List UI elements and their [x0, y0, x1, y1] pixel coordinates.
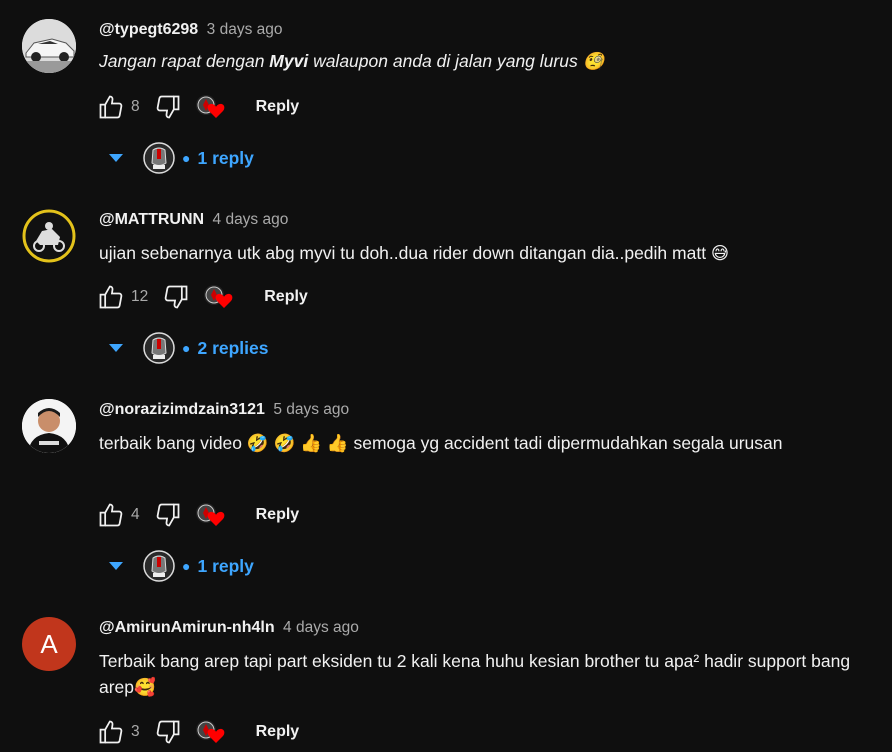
comment-text: terbaik bang video 🤣 🤣 👍 👍 semoga yg acc…: [99, 433, 783, 453]
separator-dot: ●: [182, 340, 191, 356]
comment-text-part: Jangan rapat dengan: [99, 51, 270, 71]
creator-heart-badge: [195, 93, 228, 121]
dislike-button[interactable]: [162, 283, 190, 311]
caret-down-icon: [109, 344, 123, 352]
author-line: @AmirunAmirun-nh4ln 4 days ago: [99, 619, 359, 637]
author-avatar[interactable]: [22, 19, 76, 73]
author-avatar[interactable]: A: [22, 617, 76, 671]
thumbs-up-icon: [99, 95, 123, 119]
comment-text: Jangan rapat dengan Myvi walaupon anda d…: [99, 48, 859, 75]
caret-down-icon: [109, 154, 123, 162]
thumbs-up-icon: [99, 503, 123, 527]
author-name[interactable]: @norazizimdzain3121: [99, 401, 265, 418]
thumbs-down-icon: [156, 720, 179, 744]
thumbs-down-icon: [156, 95, 179, 119]
heart-icon: [207, 511, 224, 526]
view-replies-toggle[interactable]: ● 1 reply: [108, 140, 254, 176]
creator-heart-badge: [195, 718, 228, 746]
reply-button[interactable]: Reply: [256, 98, 300, 116]
comment-actions: 4 Reply: [97, 501, 299, 529]
like-count: 3: [131, 723, 140, 740]
thumbs-down-icon: [164, 285, 188, 309]
creator-heart-badge: [204, 283, 236, 311]
author-avatar[interactable]: [22, 209, 76, 263]
author-name[interactable]: @typegt6298: [99, 21, 198, 38]
like-button[interactable]: [97, 93, 125, 121]
author-avatar[interactable]: [22, 399, 76, 453]
replies-count-label[interactable]: 2 replies: [197, 338, 268, 359]
comment-text-part: walaupon anda di jalan yang lurus: [308, 51, 583, 71]
comment-actions: 12 Reply: [97, 283, 308, 311]
author-name[interactable]: @MATTRUNN: [99, 211, 204, 228]
like-button[interactable]: [97, 718, 125, 746]
reply-author-avatar: [142, 331, 176, 365]
separator-dot: ●: [182, 558, 191, 574]
comment-timestamp[interactable]: 3 days ago: [207, 21, 283, 38]
view-replies-toggle[interactable]: ● 1 reply: [108, 548, 254, 584]
author-line: @MATTRUNN 4 days ago: [99, 211, 288, 229]
heart-icon: [207, 103, 224, 118]
heart-icon: [207, 728, 224, 743]
thumbs-down-icon: [156, 503, 179, 527]
replies-count-label[interactable]: 1 reply: [197, 556, 253, 577]
like-button[interactable]: [97, 501, 125, 529]
reply-author-avatar: [142, 549, 176, 583]
like-count: 4: [131, 506, 140, 523]
author-line: @norazizimdzain3121 5 days ago: [99, 401, 349, 419]
avatar-letter: A: [40, 628, 58, 659]
comment-text: Terbaik bang arep tapi part eksiden tu 2…: [99, 651, 851, 697]
view-replies-toggle[interactable]: ● 2 replies: [108, 330, 269, 366]
reply-button[interactable]: Reply: [264, 288, 308, 306]
heart-icon: [215, 293, 233, 308]
like-count: 8: [131, 98, 140, 115]
reply-button[interactable]: Reply: [256, 506, 300, 524]
separator-dot: ●: [182, 150, 191, 166]
reply-author-avatar: [142, 141, 176, 175]
like-button[interactable]: [97, 283, 125, 311]
comment-text-bold: Myvi: [269, 51, 309, 71]
comment-timestamp[interactable]: 4 days ago: [213, 211, 289, 228]
thumbs-up-icon: [99, 720, 123, 744]
caret-down-icon: [109, 562, 123, 570]
comment-timestamp[interactable]: 5 days ago: [273, 401, 349, 418]
dislike-button[interactable]: [154, 93, 182, 121]
author-name[interactable]: @AmirunAmirun-nh4ln: [99, 619, 275, 636]
comment-actions: 8 Reply: [97, 93, 299, 121]
thumbs-up-icon: [99, 285, 123, 309]
comment-actions: 3 Reply: [97, 718, 299, 746]
like-count: 12: [131, 288, 149, 305]
dislike-button[interactable]: [154, 501, 182, 529]
replies-count-label[interactable]: 1 reply: [197, 148, 253, 169]
creator-heart-badge: [195, 501, 228, 529]
author-line: @typegt6298 3 days ago: [99, 21, 283, 39]
comment-timestamp[interactable]: 4 days ago: [283, 619, 359, 636]
reply-button[interactable]: Reply: [256, 723, 300, 741]
dislike-button[interactable]: [154, 718, 182, 746]
comment-text: ujian sebenarnya utk abg myvi tu doh..du…: [99, 243, 730, 263]
comment-emoji: 🧐: [582, 52, 605, 72]
